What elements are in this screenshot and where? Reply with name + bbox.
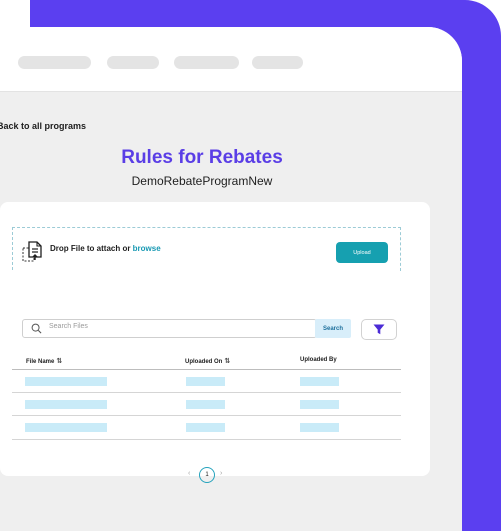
column-header-file-name[interactable]: File Name ⇅ — [26, 357, 62, 365]
nav-placeholder — [107, 56, 159, 69]
skeleton-file-name — [25, 400, 107, 409]
chevron-left-icon[interactable]: ‹ — [188, 470, 190, 477]
column-header-label: Uploaded On — [185, 359, 223, 365]
skeleton-file-name — [25, 423, 107, 432]
files-card: Drop File to attach or browse Upload Sea… — [0, 202, 430, 483]
drop-instructions: Drop File to attach or — [50, 244, 133, 253]
filter-icon — [373, 324, 385, 335]
chevron-right-icon[interactable]: › — [220, 470, 222, 477]
skeleton-uploaded-on — [186, 400, 225, 409]
file-upload-icon — [22, 241, 42, 262]
top-navigation-bar — [0, 27, 462, 92]
table-header-divider — [12, 369, 401, 370]
search-input[interactable]: Search Files — [49, 323, 88, 330]
column-header-uploaded-by: Uploaded By — [300, 357, 337, 363]
nav-placeholder — [18, 56, 91, 69]
nav-placeholder — [252, 56, 303, 69]
drop-zone-border — [12, 227, 13, 270]
table-row-divider — [12, 439, 401, 440]
sort-icon[interactable]: ⇅ — [56, 358, 62, 365]
column-header-uploaded-on[interactable]: Uploaded On ⇅ — [185, 357, 230, 365]
filter-button[interactable] — [361, 319, 397, 340]
page-title: Rules for Rebates — [121, 147, 283, 168]
back-to-programs-link[interactable]: Back to all programs — [0, 121, 86, 131]
page-subtitle: DemoRebateProgramNew — [131, 174, 273, 188]
nav-placeholder — [174, 56, 239, 69]
drop-zone-text: Drop File to attach or browse — [50, 244, 161, 253]
skeleton-file-name — [25, 377, 107, 386]
corner-background — [0, 0, 30, 30]
search-button[interactable]: Search — [315, 319, 351, 338]
sort-icon[interactable]: ⇅ — [224, 358, 230, 365]
skeleton-uploaded-by — [300, 400, 339, 409]
skeleton-uploaded-on — [186, 423, 225, 432]
skeleton-uploaded-on — [186, 377, 225, 386]
search-icon — [31, 323, 42, 334]
search-field[interactable]: Search Files — [22, 319, 317, 338]
page-number-current[interactable]: 1 — [199, 467, 215, 483]
upload-button[interactable]: Upload — [336, 242, 388, 263]
skeleton-uploaded-by — [300, 377, 339, 386]
table-row-divider — [12, 392, 401, 393]
skeleton-uploaded-by — [300, 423, 339, 432]
table-row-divider — [12, 415, 401, 416]
pagination: ‹ 1 › — [186, 467, 230, 483]
column-header-label: File Name — [26, 359, 55, 365]
browse-link[interactable]: browse — [133, 244, 161, 253]
column-header-label: Uploaded By — [300, 357, 337, 363]
app-window: Back to all programs Rules for Rebates D… — [0, 27, 462, 531]
